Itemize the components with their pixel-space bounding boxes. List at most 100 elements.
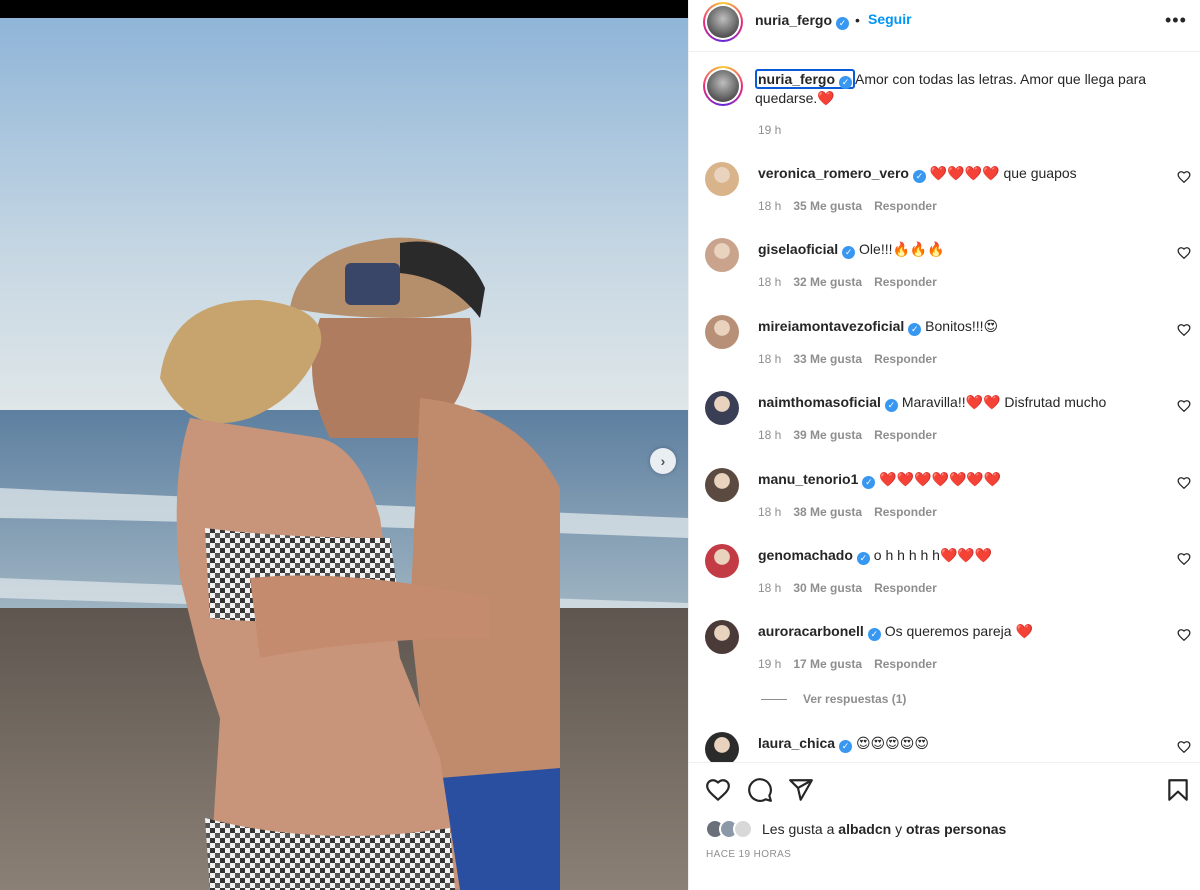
photo-top-bar (0, 0, 688, 18)
likes-joiner: y (895, 821, 903, 837)
comment-likes[interactable]: 32 Me gusta (793, 275, 862, 289)
verified-badge-icon: ✓ (836, 17, 850, 30)
comment-body: Bonitos!!!😍 (925, 318, 999, 334)
comment-like-heart-icon[interactable] (1177, 323, 1191, 337)
comment-likes[interactable]: 35 Me gusta (793, 199, 862, 213)
comment-likes[interactable]: 17 Me gusta (793, 657, 862, 671)
comment-time[interactable]: 18 h (758, 352, 781, 366)
reply-button[interactable]: Responder (874, 657, 937, 671)
comment-likes[interactable]: 30 Me gusta (793, 581, 862, 595)
reply-button[interactable]: Responder (874, 581, 937, 595)
caption-username-text[interactable]: nuria_fergo (758, 71, 835, 87)
likes-prefix: Les gusta a (762, 821, 835, 837)
view-replies-button[interactable]: Ver respuestas (1) (761, 692, 906, 706)
commenter-username[interactable]: laura_chica (758, 735, 835, 751)
comment-time[interactable]: 18 h (758, 199, 781, 213)
comment-meta: 18 h 39 Me gusta Responder (758, 428, 949, 442)
reply-button[interactable]: Responder (874, 199, 937, 213)
comment-body: Ole!!!🔥🔥🔥 (859, 241, 945, 257)
comment-body: Maravilla!!❤️❤️ Disfrutad mucho (901, 394, 1107, 410)
verified-badge-icon: ✓ (842, 246, 856, 259)
commenter-username[interactable]: veronica_romero_vero (758, 165, 909, 181)
verified-badge-icon: ✓ (862, 476, 876, 489)
post-header: nuria_fergo ✓ • Seguir ••• (689, 0, 1200, 52)
comment-like-heart-icon[interactable] (1177, 476, 1191, 490)
comment-meta: 18 h 33 Me gusta Responder (758, 352, 949, 366)
post-time[interactable]: HACE 19 HORAS (706, 849, 791, 860)
comment-likes[interactable]: 33 Me gusta (793, 352, 862, 366)
author-username-text[interactable]: nuria_fergo (755, 12, 832, 28)
comment-like-heart-icon[interactable] (1177, 399, 1191, 413)
commenter-avatar[interactable] (705, 732, 739, 766)
commenter-avatar[interactable] (705, 162, 739, 196)
commenter-avatar[interactable] (705, 391, 739, 425)
heart-icon[interactable] (705, 777, 731, 803)
commenter-username[interactable]: mireiamontavezoficial (758, 318, 904, 334)
caption-emoji: ❤️ (817, 90, 835, 106)
caption-avatar[interactable] (703, 66, 743, 106)
caption-time[interactable]: 19 h (758, 123, 781, 137)
verified-badge-icon: ✓ (867, 628, 881, 641)
post-photo-pane: › (0, 0, 688, 890)
reply-button[interactable]: Responder (874, 352, 937, 366)
comment-text: manu_tenorio1 ✓ ❤️❤️❤️❤️❤️❤️❤️ (758, 470, 1158, 489)
comment-time[interactable]: 18 h (758, 581, 781, 595)
verified-badge-icon: ✓ (856, 552, 870, 565)
comment-text: mireiamontavezoficial ✓ Bonitos!!!😍 (758, 317, 1158, 336)
next-photo-button[interactable]: › (650, 448, 676, 474)
comment-time[interactable]: 18 h (758, 505, 781, 519)
comment-likes[interactable]: 39 Me gusta (793, 428, 862, 442)
comment-text: laura_chica ✓ 😍😍😍😍😍 (758, 734, 1158, 753)
reply-button[interactable]: Responder (874, 428, 937, 442)
comment-meta: 19 h 17 Me gusta Responder (758, 657, 949, 671)
verified-badge-icon: ✓ (839, 76, 853, 89)
post-actions: Les gusta a albadcn y otras personas HAC… (689, 762, 1200, 890)
comment-row: giselaoficial ✓ Ole!!!🔥🔥🔥 18 h 32 Me gusta R… (689, 238, 1200, 308)
liker-username[interactable]: albadcn (838, 821, 891, 837)
verified-badge-icon: ✓ (839, 740, 853, 753)
commenter-username[interactable]: auroracarbonell (758, 623, 864, 639)
commenter-username[interactable]: genomachado (758, 547, 853, 563)
bookmark-icon[interactable] (1165, 777, 1191, 803)
author-avatar[interactable] (703, 2, 743, 42)
commenter-avatar[interactable] (705, 315, 739, 349)
more-options-icon[interactable]: ••• (1165, 10, 1187, 31)
commenter-username[interactable]: manu_tenorio1 (758, 471, 858, 487)
comment-text: genomachado ✓ o h h h h h❤️❤️❤️ (758, 546, 1158, 565)
comment-like-heart-icon[interactable] (1177, 628, 1191, 642)
commenter-avatar[interactable] (705, 468, 739, 502)
commenter-username[interactable]: giselaoficial (758, 241, 838, 257)
chevron-right-icon: › (660, 453, 666, 469)
comment-time[interactable]: 19 h (758, 657, 781, 671)
comment-like-heart-icon[interactable] (1177, 740, 1191, 754)
liker-avatar[interactable] (733, 819, 753, 839)
comment-meta: 18 h 38 Me gusta Responder (758, 505, 949, 519)
comment-like-heart-icon[interactable] (1177, 246, 1191, 260)
verified-badge-icon: ✓ (908, 323, 922, 336)
comment-like-heart-icon[interactable] (1177, 552, 1191, 566)
commenter-username[interactable]: naimthomasoficial (758, 394, 881, 410)
caption-username[interactable]: nuria_fergo ✓ (755, 69, 856, 89)
comment-time[interactable]: 18 h (758, 275, 781, 289)
reply-button[interactable]: Responder (874, 275, 937, 289)
commenter-avatar[interactable] (705, 544, 739, 578)
reply-button[interactable]: Responder (874, 505, 937, 519)
likes-text: Les gusta a albadcn y otras personas (762, 821, 1006, 837)
caption-text: nuria_fergo ✓ Amor con todas las letras. A… (755, 69, 1175, 108)
comment-time[interactable]: 18 h (758, 428, 781, 442)
likes-others-link[interactable]: otras personas (906, 821, 1006, 837)
paper-plane-icon[interactable] (788, 777, 814, 803)
follow-button[interactable]: Seguir (868, 11, 912, 27)
post-photo[interactable] (0, 18, 688, 890)
comment-text: naimthomasoficial ✓ Maravilla!!❤️❤️ Disfr… (758, 393, 1158, 412)
comment-likes[interactable]: 38 Me gusta (793, 505, 862, 519)
separator-dot: • (855, 12, 860, 28)
comment-row: veronica_romero_vero ✓ ❤️❤️❤️❤️ que guapo… (689, 162, 1200, 232)
author-username[interactable]: nuria_fergo ✓ (755, 12, 850, 30)
comment-body: ❤️❤️❤️❤️❤️❤️❤️ (879, 471, 1002, 487)
commenter-avatar[interactable] (705, 238, 739, 272)
comment-like-heart-icon[interactable] (1177, 170, 1191, 184)
commenter-avatar[interactable] (705, 620, 739, 654)
comment-icon[interactable] (747, 777, 773, 803)
comment-text: auroracarbonell ✓ Os queremos pareja ❤️ (758, 622, 1158, 641)
